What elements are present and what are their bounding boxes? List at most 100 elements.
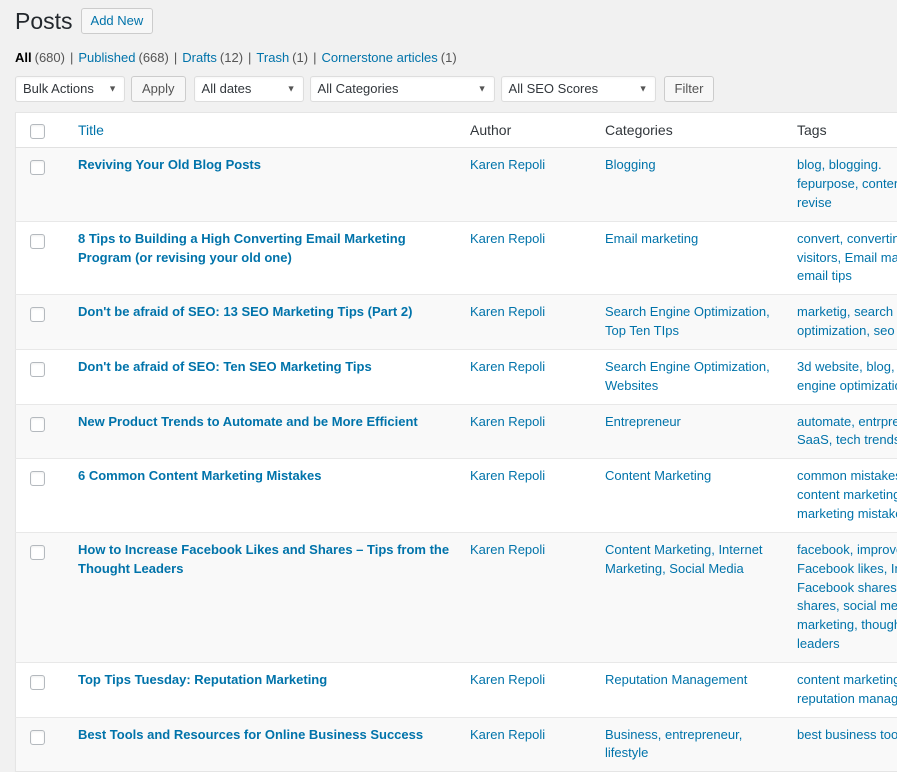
post-title-link[interactable]: Best Tools and Resources for Online Busi…: [78, 727, 423, 742]
seo-score-filter-select[interactable]: All SEO Scores ▼: [501, 76, 656, 102]
post-tags-cell: marketig, search engine optimization, se…: [787, 295, 897, 350]
status-filter-item: Published(668)|: [78, 48, 182, 68]
post-author-link[interactable]: Karen Repoli: [470, 359, 545, 374]
row-checkbox[interactable]: [30, 362, 45, 377]
post-tag-link[interactable]: best business tools: [797, 727, 897, 742]
post-categories-cell: Content Marketing, Internet Marketing, S…: [595, 532, 787, 662]
post-tags-cell: 3d website, blog, search engine optimiza…: [787, 349, 897, 404]
post-category-link[interactable]: Email marketing: [605, 231, 698, 246]
post-title-cell: How to Increase Facebook Likes and Share…: [68, 532, 460, 662]
table-row: 8 Tips to Building a High Converting Ema…: [16, 221, 897, 295]
post-categories-cell: Reputation Management: [595, 662, 787, 717]
select-all-header: [16, 113, 69, 148]
post-author-cell: Karen Repoli: [460, 459, 595, 533]
category-filter-select[interactable]: All Categories ▼: [310, 76, 495, 102]
post-tag-link[interactable]: facebook, improve Facebook likes, Improv…: [797, 542, 897, 651]
post-title-cell: Don't be afraid of SEO: Ten SEO Marketin…: [68, 349, 460, 404]
page-title: Posts: [15, 7, 81, 36]
post-title-link[interactable]: Reviving Your Old Blog Posts: [78, 157, 261, 172]
row-select-cell: [16, 532, 69, 662]
post-title-link[interactable]: 6 Common Content Marketing Mistakes: [78, 468, 321, 483]
status-filter-link-drafts[interactable]: Drafts: [182, 48, 217, 68]
post-title-link[interactable]: How to Increase Facebook Likes and Share…: [78, 542, 449, 576]
row-checkbox[interactable]: [30, 545, 45, 560]
post-tag-link[interactable]: common mistakes, content marketing, mark…: [797, 468, 897, 521]
row-select-cell: [16, 148, 69, 222]
posts-table: Title Author Categories Tags Reviving Yo…: [15, 112, 897, 772]
status-filter-link-cornerstone-articles[interactable]: Cornerstone articles: [321, 48, 437, 68]
row-checkbox[interactable]: [30, 160, 45, 175]
status-filter-count: (1): [292, 48, 308, 68]
row-select-cell: [16, 295, 69, 350]
post-category-link[interactable]: Business, entrepreneur, lifestyle: [605, 727, 742, 761]
sort-by-title-link[interactable]: Title: [78, 122, 104, 138]
post-category-link[interactable]: Reputation Management: [605, 672, 747, 687]
status-filter-item: Drafts(12)|: [182, 48, 256, 68]
post-category-link[interactable]: Search Engine Optimization, Top Ten TIps: [605, 304, 770, 338]
row-select-cell: [16, 349, 69, 404]
post-tag-link[interactable]: blog, blogging. fepurpose, content, revi…: [797, 157, 897, 210]
table-row: Don't be afraid of SEO: 13 SEO Marketing…: [16, 295, 897, 350]
post-author-link[interactable]: Karen Repoli: [470, 231, 545, 246]
post-category-link[interactable]: Content Marketing: [605, 468, 711, 483]
column-header-categories: Categories: [595, 113, 787, 148]
post-title-cell: 8 Tips to Building a High Converting Ema…: [68, 221, 460, 295]
post-tag-link[interactable]: 3d website, blog, search engine optimiza…: [797, 359, 897, 393]
post-author-link[interactable]: Karen Repoli: [470, 304, 545, 319]
category-filter-value: All Categories: [311, 77, 494, 101]
chevron-down-icon: ▼: [478, 85, 487, 94]
post-author-link[interactable]: Karen Repoli: [470, 542, 545, 557]
row-checkbox[interactable]: [30, 675, 45, 690]
status-filter-item: Cornerstone articles(1): [321, 48, 456, 68]
post-title-cell: Reviving Your Old Blog Posts: [68, 148, 460, 222]
post-category-link[interactable]: Search Engine Optimization, Websites: [605, 359, 770, 393]
post-tag-link[interactable]: convert, converting visitors, Email mark…: [797, 231, 897, 284]
post-author-link[interactable]: Karen Repoli: [470, 414, 545, 429]
post-author-cell: Karen Repoli: [460, 404, 595, 459]
chevron-down-icon: ▼: [287, 85, 296, 94]
row-checkbox[interactable]: [30, 730, 45, 745]
apply-button[interactable]: Apply: [131, 76, 186, 102]
post-tags-cell: facebook, improve Facebook likes, Improv…: [787, 532, 897, 662]
post-tag-link[interactable]: marketig, search engine optimization, se…: [797, 304, 897, 338]
post-author-link[interactable]: Karen Repoli: [470, 157, 545, 172]
status-filter-count: (680): [35, 48, 65, 68]
status-filter-link-published[interactable]: Published: [78, 48, 135, 68]
table-row: Reviving Your Old Blog Posts Karen Repoli…: [16, 148, 897, 222]
post-category-link[interactable]: Content Marketing, Internet Marketing, S…: [605, 542, 763, 576]
status-filter-link-trash[interactable]: Trash: [256, 48, 289, 68]
post-category-link[interactable]: Blogging: [605, 157, 656, 172]
add-new-button[interactable]: Add New: [81, 8, 154, 35]
row-checkbox[interactable]: [30, 417, 45, 432]
status-filter-link-all[interactable]: All: [15, 48, 32, 68]
post-author-link[interactable]: Karen Repoli: [470, 468, 545, 483]
post-author-link[interactable]: Karen Repoli: [470, 672, 545, 687]
filter-button[interactable]: Filter: [664, 76, 715, 102]
post-title-link[interactable]: Top Tips Tuesday: Reputation Marketing: [78, 672, 327, 687]
post-title-link[interactable]: Don't be afraid of SEO: 13 SEO Marketing…: [78, 304, 412, 319]
post-title-cell: Best Tools and Resources for Online Busi…: [68, 717, 460, 772]
post-tag-link[interactable]: content marketing, reputation management: [797, 672, 897, 706]
post-title-cell: New Product Trends to Automate and be Mo…: [68, 404, 460, 459]
post-category-link[interactable]: Entrepreneur: [605, 414, 681, 429]
post-tag-link[interactable]: automate, entrpreneur, SaaS, tech trends: [797, 414, 897, 448]
row-checkbox[interactable]: [30, 307, 45, 322]
post-title-link[interactable]: New Product Trends to Automate and be Mo…: [78, 414, 418, 429]
post-title-link[interactable]: Don't be afraid of SEO: Ten SEO Marketin…: [78, 359, 372, 374]
post-tags-cell: automate, entrpreneur, SaaS, tech trends: [787, 404, 897, 459]
bulk-actions-select[interactable]: Bulk Actions ▼: [15, 76, 125, 102]
table-toolbar: Bulk Actions ▼ Apply All dates ▼ All Cat…: [15, 74, 897, 104]
post-author-cell: Karen Repoli: [460, 662, 595, 717]
select-all-checkbox[interactable]: [30, 124, 45, 139]
post-author-cell: Karen Repoli: [460, 532, 595, 662]
post-title-link[interactable]: 8 Tips to Building a High Converting Ema…: [78, 231, 406, 265]
row-checkbox[interactable]: [30, 471, 45, 486]
table-row: New Product Trends to Automate and be Mo…: [16, 404, 897, 459]
column-header-title: Title: [68, 113, 460, 148]
row-select-cell: [16, 662, 69, 717]
post-author-link[interactable]: Karen Repoli: [470, 727, 545, 742]
page-header: Posts Add New: [15, 0, 897, 38]
row-checkbox[interactable]: [30, 234, 45, 249]
date-filter-select[interactable]: All dates ▼: [194, 76, 304, 102]
post-categories-cell: Entrepreneur: [595, 404, 787, 459]
